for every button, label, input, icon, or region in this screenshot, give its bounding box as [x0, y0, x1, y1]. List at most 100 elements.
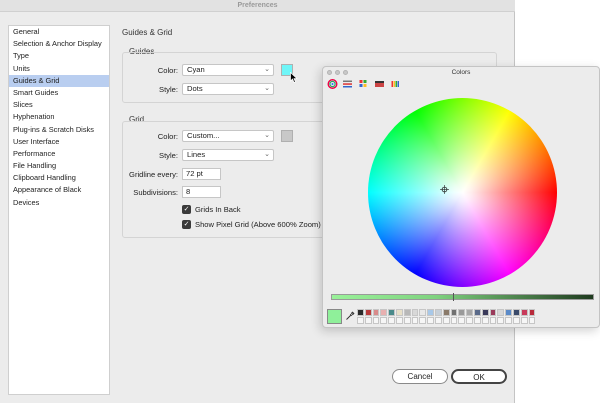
brightness-slider[interactable] [331, 294, 594, 300]
subdivisions-label: Subdivisions: [133, 188, 178, 197]
sidebar-item-units[interactable]: Units [9, 63, 109, 75]
palette-swatch[interactable] [380, 316, 388, 324]
subdivisions-input[interactable]: 8 [182, 186, 221, 198]
sidebar-item-general[interactable]: General [9, 26, 109, 38]
cancel-button[interactable]: Cancel [392, 369, 448, 384]
chevron-down-icon: ⌄ [264, 151, 270, 158]
palette-swatch[interactable] [388, 309, 395, 316]
palette-swatch[interactable] [388, 316, 395, 324]
color-sliders-mode-icon[interactable] [342, 79, 353, 89]
color-wheel[interactable] [368, 98, 557, 287]
sidebar-item-appearance-of-black[interactable]: Appearance of Black [9, 184, 109, 196]
palette-swatch[interactable] [458, 309, 466, 316]
palette-swatch[interactable] [520, 309, 528, 316]
palette-swatch[interactable] [357, 316, 364, 324]
palette-swatch[interactable] [419, 309, 427, 316]
palette-swatch[interactable] [395, 316, 403, 324]
palette-swatch[interactable] [403, 309, 411, 316]
grid-style-select[interactable]: Lines ⌄ [182, 149, 274, 161]
palette-swatch[interactable] [442, 309, 450, 316]
sidebar-item-file-handling[interactable]: File Handling [9, 160, 109, 172]
ok-button[interactable]: OK [451, 369, 507, 384]
palette-swatch[interactable] [489, 309, 497, 316]
palette-swatch[interactable] [528, 309, 536, 316]
palette-swatch[interactable] [489, 316, 497, 324]
sidebar-item-plugins-scratch-disks[interactable]: Plug-ins & Scratch Disks [9, 124, 109, 136]
sidebar-item-type[interactable]: Type [9, 50, 109, 62]
palette-swatch[interactable] [364, 309, 372, 316]
colors-panel-title: Colors [451, 69, 471, 76]
palette-swatch[interactable] [380, 309, 388, 316]
guides-color-select[interactable]: Cyan ⌄ [182, 64, 274, 76]
palette-swatch[interactable] [427, 309, 434, 316]
palette-swatch[interactable] [520, 316, 528, 324]
palette-swatch[interactable] [505, 309, 512, 316]
color-palettes-mode-icon[interactable] [358, 79, 369, 89]
grid-style-value: Lines [187, 150, 206, 159]
show-pixel-grid-checkbox-row[interactable]: ✓ Show Pixel Grid (Above 600% Zoom) [182, 220, 322, 230]
palette-swatch[interactable] [411, 309, 419, 316]
current-color-swatch[interactable] [327, 309, 342, 324]
palette-swatch[interactable] [427, 316, 434, 324]
palette-swatch[interactable] [481, 309, 489, 316]
guides-color-label: Color: [157, 66, 178, 75]
chevron-down-icon: ⌄ [264, 132, 270, 139]
crosshair-icon[interactable] [440, 185, 449, 194]
palette-swatch[interactable] [357, 309, 364, 316]
pencils-mode-icon[interactable] [390, 79, 401, 89]
palette-swatch[interactable] [372, 309, 380, 316]
chevron-down-icon: ⌄ [264, 85, 270, 92]
palette-swatch[interactable] [434, 316, 442, 324]
eyedropper-icon[interactable] [345, 311, 355, 321]
palette-swatch[interactable] [458, 316, 466, 324]
palette-swatch[interactable] [450, 309, 458, 316]
gridline-every-label: Gridline every: [129, 170, 178, 179]
color-wheel-mode-icon[interactable] [327, 79, 338, 89]
window-title: Preferences [0, 0, 515, 12]
sidebar-item-clipboard-handling[interactable]: Clipboard Handling [9, 172, 109, 184]
palette-swatch[interactable] [411, 316, 419, 324]
palette-swatch[interactable] [442, 316, 450, 324]
palette-swatch[interactable] [505, 316, 512, 324]
gridline-every-input[interactable]: 72 pt [182, 168, 221, 180]
chevron-down-icon: ⌄ [264, 66, 270, 73]
palette-swatch[interactable] [497, 309, 505, 316]
palette-swatch[interactable] [481, 316, 489, 324]
sidebar-item-hyphenation[interactable]: Hyphenation [9, 111, 109, 123]
palette-swatch[interactable] [372, 316, 380, 324]
palette-swatch[interactable] [512, 309, 520, 316]
grids-in-back-checkbox-row[interactable]: ✓ Grids In Back [182, 205, 322, 215]
mouse-pointer-icon [290, 72, 298, 83]
sidebar-item-slices[interactable]: Slices [9, 99, 109, 111]
sidebar-item-selection-anchor-display[interactable]: Selection & Anchor Display [9, 38, 109, 50]
palette-swatch[interactable] [466, 309, 473, 316]
image-palettes-mode-icon[interactable] [374, 79, 385, 89]
guides-style-select[interactable]: Dots ⌄ [182, 83, 274, 95]
grids-in-back-label: Grids In Back [195, 205, 241, 214]
palette-swatch[interactable] [466, 316, 473, 324]
palette-swatch[interactable] [512, 316, 520, 324]
checkmark-icon[interactable]: ✓ [182, 205, 191, 214]
colors-panel: Colors [322, 66, 600, 328]
show-pixel-grid-label: Show Pixel Grid (Above 600% Zoom) [195, 220, 321, 229]
sidebar-item-devices[interactable]: Devices [9, 197, 109, 209]
sidebar-item-user-interface[interactable]: User Interface [9, 136, 109, 148]
checkmark-icon[interactable]: ✓ [182, 220, 191, 229]
sidebar-item-performance[interactable]: Performance [9, 148, 109, 160]
palette-swatch[interactable] [434, 309, 442, 316]
grid-color-select[interactable]: Custom... ⌄ [182, 130, 274, 142]
palette-swatch[interactable] [395, 309, 403, 316]
palette-swatch[interactable] [364, 316, 372, 324]
brightness-slider-knob[interactable] [453, 293, 454, 301]
palette-swatch[interactable] [419, 316, 427, 324]
sidebar-item-smart-guides[interactable]: Smart Guides [9, 87, 109, 99]
palette-swatch[interactable] [497, 316, 505, 324]
sidebar-item-guides-grid[interactable]: Guides & Grid [9, 74, 109, 87]
grid-color-swatch[interactable] [281, 130, 293, 142]
palette-swatch[interactable] [473, 309, 481, 316]
palette-swatch[interactable] [473, 316, 481, 324]
palette-swatch[interactable] [528, 316, 536, 324]
palette-swatch[interactable] [450, 316, 458, 324]
guides-color-value: Cyan [187, 65, 205, 74]
palette-swatch[interactable] [403, 316, 411, 324]
